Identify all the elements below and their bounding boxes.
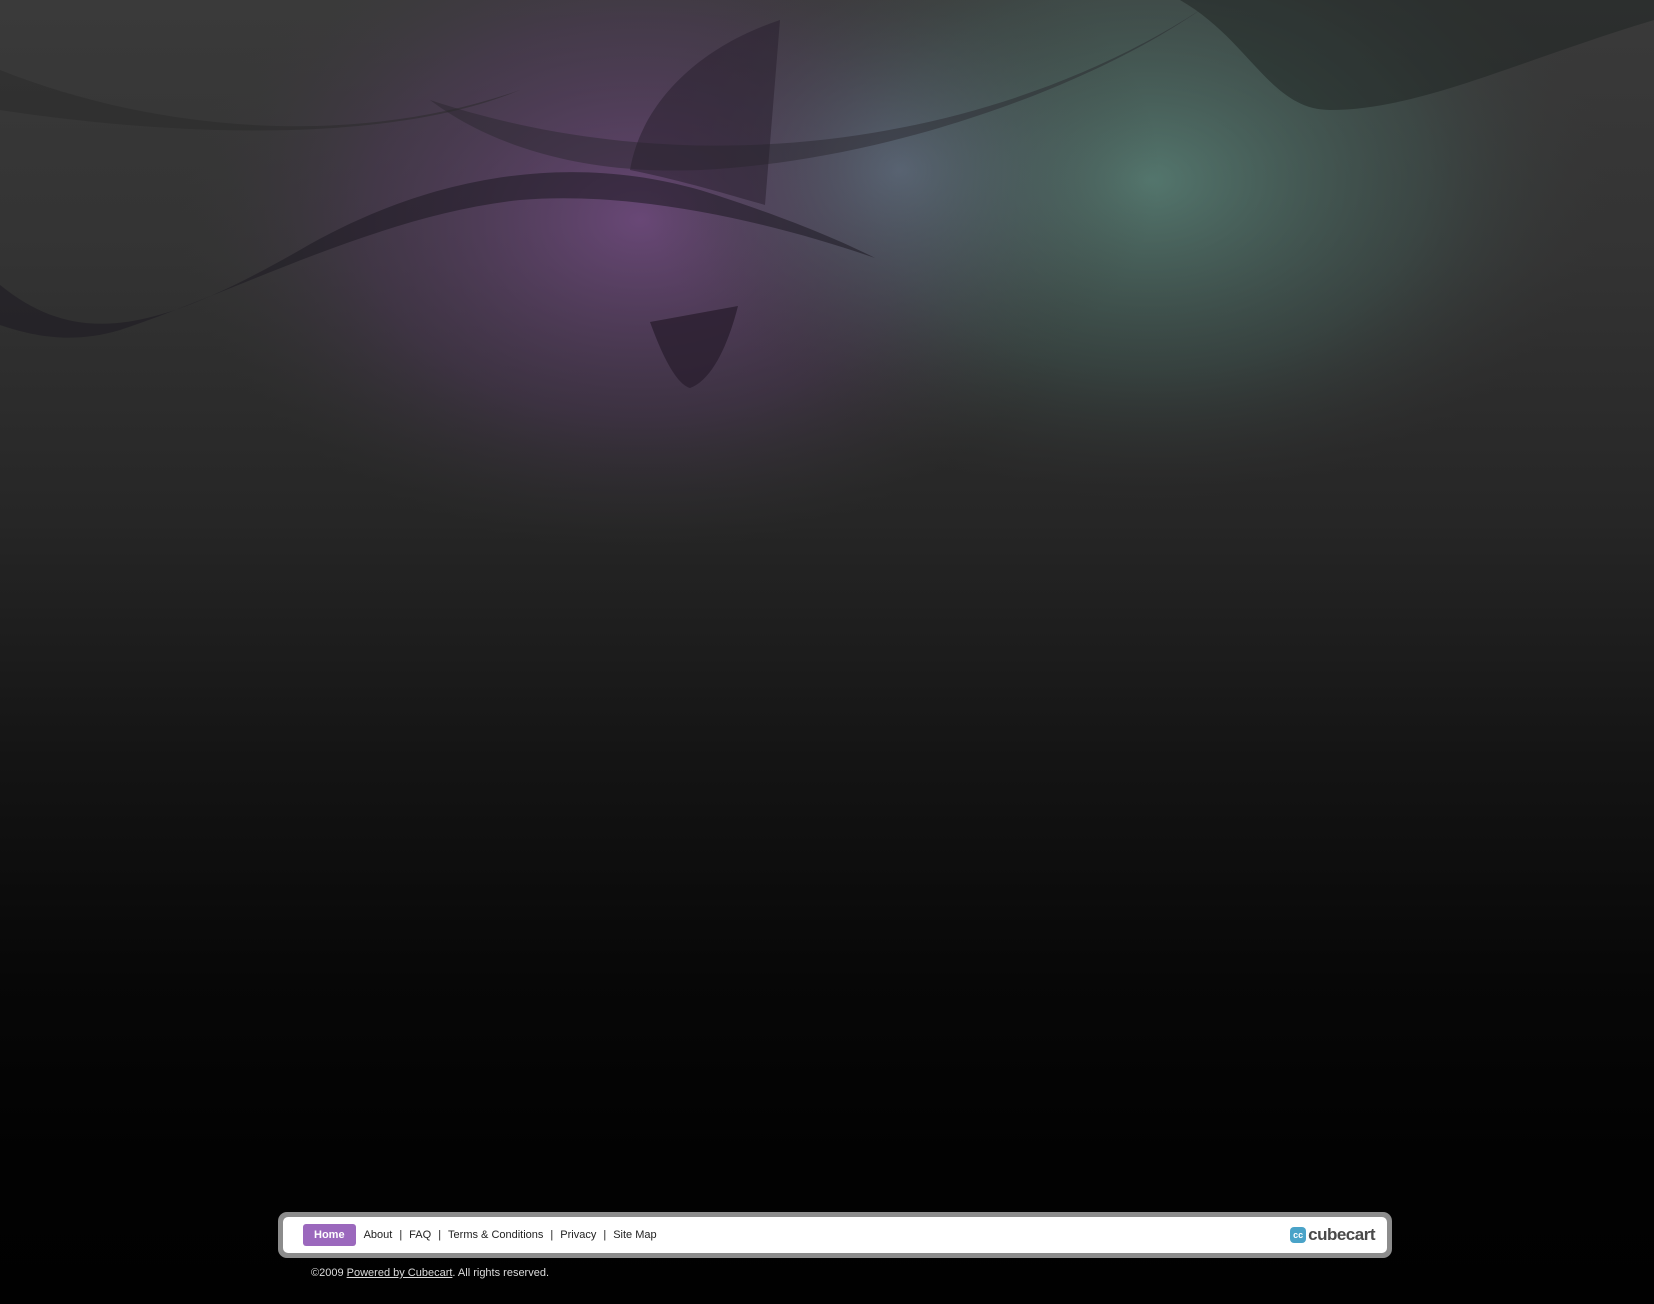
page: Home About | FAQ | Terms & Conditions | … [0,0,1654,1304]
nav-home[interactable]: Home [303,1224,356,1246]
footer-inner: Home About | FAQ | Terms & Conditions | … [283,1217,1387,1253]
nav-site-map[interactable]: Site Map [613,1229,656,1241]
cubecart-logo-text: cubecart [1308,1225,1375,1244]
copyright: ©2009 Powered by Cubecart. All rights re… [311,1267,549,1279]
copyright-prefix: ©2009 [311,1267,347,1279]
copyright-suffix: . All rights reserved. [452,1267,550,1279]
footer-bar: Home About | FAQ | Terms & Conditions | … [278,1212,1392,1258]
cubecart-logo[interactable]: cc cubecart [1290,1225,1375,1245]
cubecart-logo-icon: cc [1290,1227,1307,1243]
nav-separator: | [438,1229,442,1241]
background-art [0,0,1654,550]
nav-terms[interactable]: Terms & Conditions [448,1229,543,1241]
nav-faq[interactable]: FAQ [409,1229,431,1241]
nav-separator: | [550,1229,554,1241]
nav-separator: | [603,1229,607,1241]
powered-by-link[interactable]: Powered by Cubecart [347,1267,453,1279]
nav-separator: | [399,1229,403,1241]
nav-privacy[interactable]: Privacy [560,1229,596,1241]
nav-about[interactable]: About [364,1229,393,1241]
footer-nav: Home About | FAQ | Terms & Conditions | … [303,1224,657,1246]
